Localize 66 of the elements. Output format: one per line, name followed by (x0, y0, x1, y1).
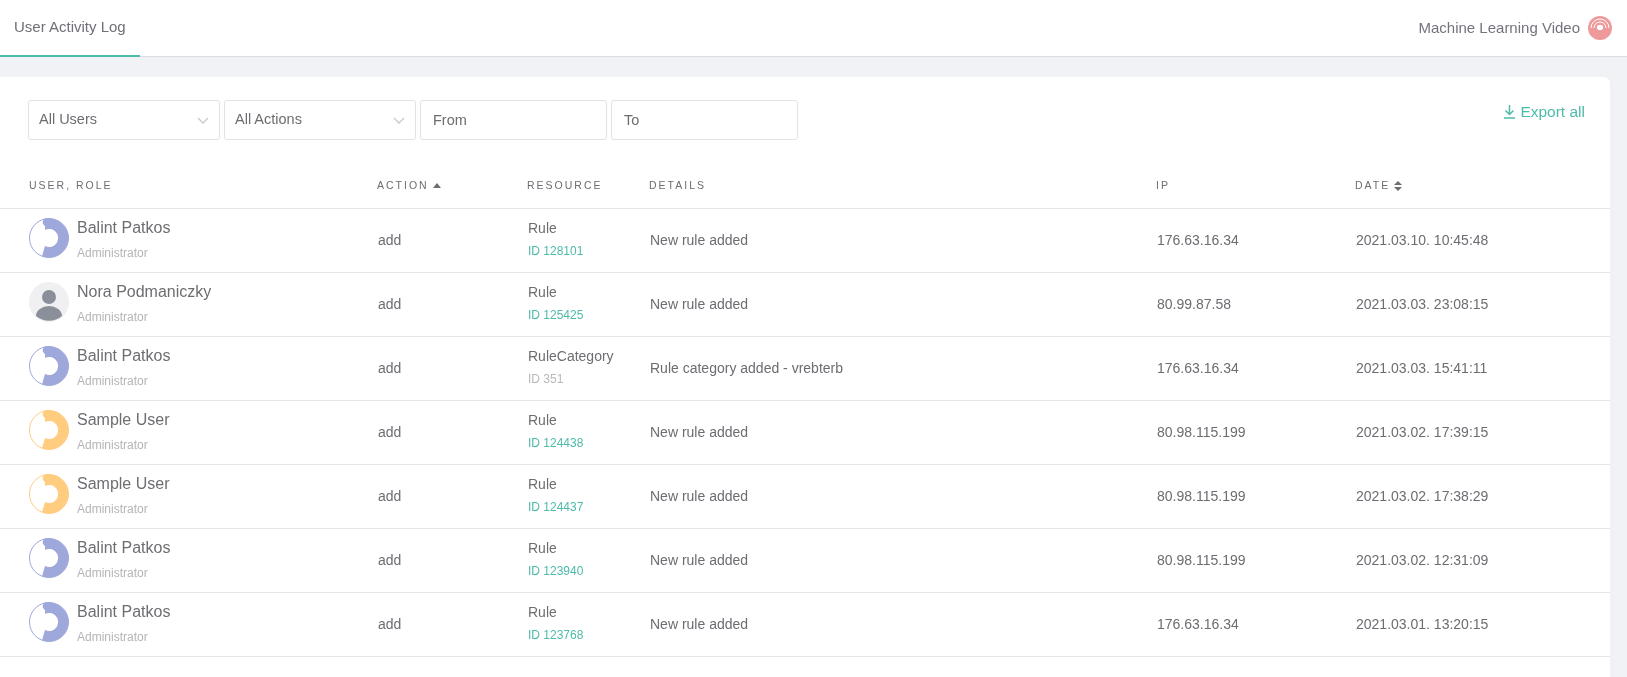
ip-address: 80.99.87.58 (1157, 295, 1231, 312)
date-text: 2021.03.02. 17:38:29 (1356, 487, 1489, 504)
resource-id: ID 351 (528, 371, 565, 389)
resource-type: Rule (528, 475, 558, 493)
caret-icon (197, 116, 209, 124)
resource-type: Rule (528, 283, 558, 301)
user-name: Balint Patkos (77, 538, 171, 558)
resource-type: Rule (528, 603, 558, 621)
download-icon (1503, 104, 1517, 119)
action-text: add (378, 551, 402, 568)
details-text: New rule added (650, 423, 749, 440)
action-text: add (378, 231, 402, 248)
date-input[interactable]: To (611, 100, 798, 140)
user-name: Nora Podmaniczky (77, 282, 212, 302)
user-role: Administrator (77, 372, 149, 390)
action-text: add (378, 423, 402, 440)
user-name: Balint Patkos (77, 218, 171, 238)
date-text: 2021.03.01. 13:20:15 (1356, 615, 1489, 632)
resource-type: Rule (528, 411, 558, 429)
user-name: Balint Patkos (77, 346, 171, 366)
action-text: add (378, 359, 402, 376)
date-text: 2021.03.10. 10:45:48 (1356, 231, 1489, 248)
user-name: Balint Patkos (77, 602, 171, 622)
date-text: 2021.03.02. 12:31:09 (1356, 551, 1489, 568)
details-text: New rule added (650, 551, 749, 568)
action-text: add (378, 487, 402, 504)
ip-address: 176.63.16.34 (1157, 615, 1239, 632)
ip-address: 176.63.16.34 (1157, 231, 1239, 248)
user-name: Sample User (77, 474, 170, 494)
user-role: Administrator (77, 308, 149, 326)
column-header[interactable]: USER, ROLE (29, 177, 113, 194)
user-name: Sample User (77, 410, 170, 430)
column-header[interactable]: ACTION (377, 177, 441, 194)
user-role: Administrator (77, 628, 149, 646)
select-field[interactable]: All Users (28, 100, 220, 140)
date-text: 2021.03.03. 23:08:15 (1356, 295, 1489, 312)
date-input[interactable]: From (420, 100, 607, 140)
column-header[interactable]: DATE (1355, 177, 1403, 194)
resource-type: Rule (528, 539, 558, 557)
caret-icon (393, 116, 405, 124)
date-text: 2021.03.03. 15:41:11 (1356, 359, 1488, 376)
details-text: New rule added (650, 487, 749, 504)
tab[interactable]: User Activity Log (0, 0, 140, 57)
date-text: 2021.03.02. 17:39:15 (1356, 423, 1489, 440)
details-text: New rule added (650, 615, 749, 632)
user-role: Administrator (77, 244, 149, 262)
action-text: add (378, 615, 402, 632)
user-role: Administrator (77, 564, 149, 582)
details-text: Rule category added - vrebterb (650, 359, 843, 376)
user-role: Administrator (77, 500, 149, 518)
details-text: New rule added (650, 295, 749, 312)
resource-type: Rule (528, 219, 558, 237)
select-field[interactable]: All Actions (224, 100, 416, 140)
ip-address: 80.98.115.199 (1157, 551, 1246, 568)
ip-address: 176.63.16.34 (1157, 359, 1239, 376)
ip-address: 80.98.115.199 (1157, 423, 1246, 440)
details-text: New rule added (650, 231, 749, 248)
account-avatar-icon (1588, 16, 1612, 40)
resource-type: RuleCategory (528, 347, 615, 365)
account-name[interactable]: Machine Learning Video (1418, 16, 1580, 40)
user-role: Administrator (77, 436, 149, 454)
column-header[interactable]: DETAILS (649, 177, 706, 194)
action-text: add (378, 295, 402, 312)
column-header[interactable]: IP (1156, 177, 1170, 194)
column-header[interactable]: RESOURCE (527, 177, 603, 194)
ip-address: 80.98.115.199 (1157, 487, 1246, 504)
